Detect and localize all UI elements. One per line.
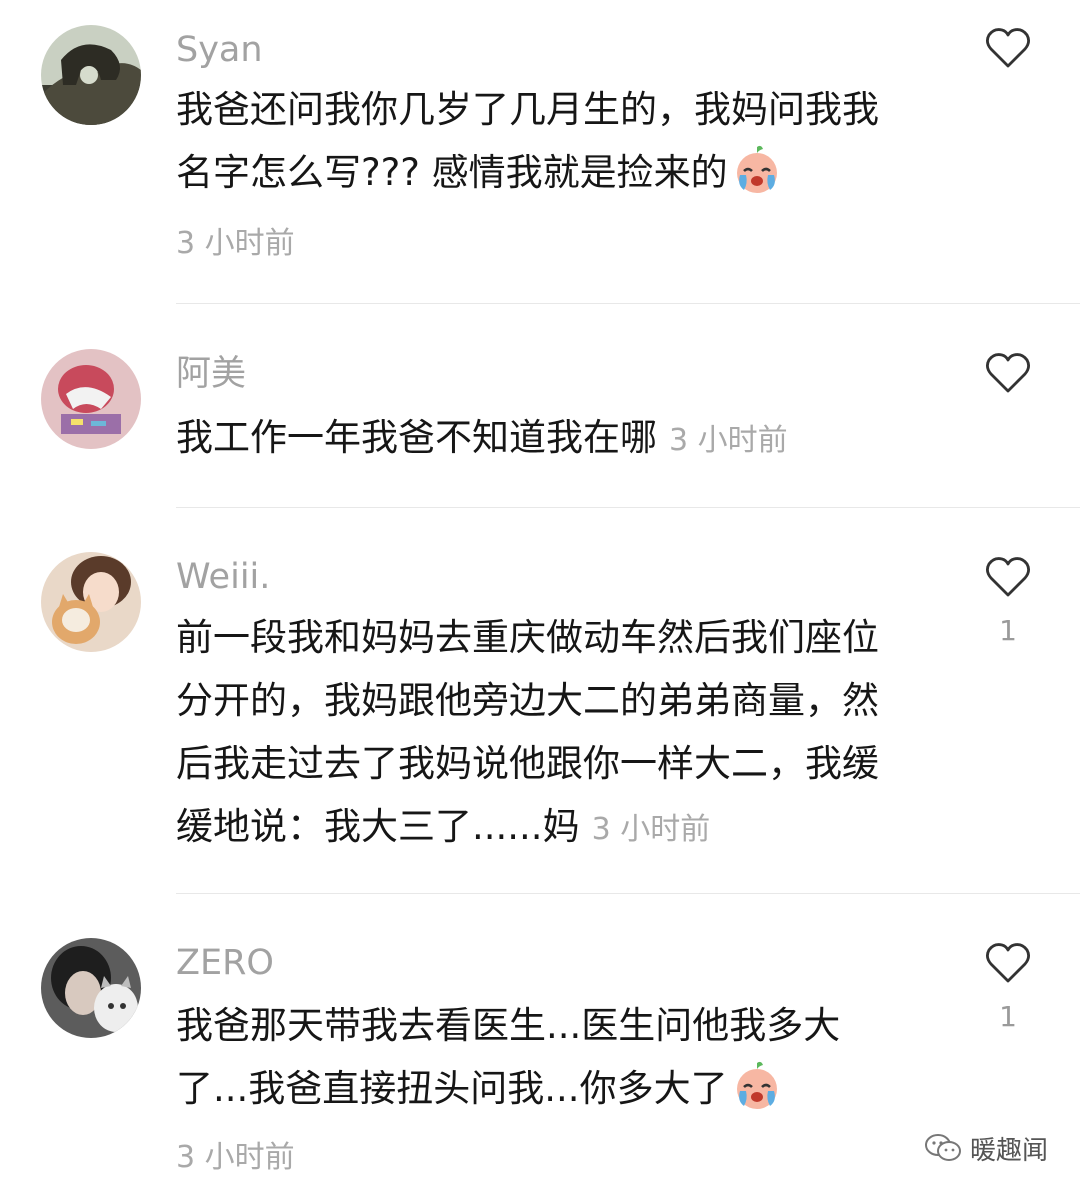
avatar[interactable] bbox=[41, 552, 141, 652]
divider bbox=[176, 303, 1080, 304]
avatar[interactable] bbox=[41, 25, 141, 125]
username[interactable]: Syan bbox=[176, 33, 263, 68]
heart-outline-icon[interactable] bbox=[985, 556, 1031, 598]
wechat-official-account-icon bbox=[925, 1134, 961, 1161]
comment-text-line: 我爸那天带我去看医生...医生问他我多大 bbox=[176, 1004, 841, 1047]
watermark: 暖趣闻 bbox=[924, 1126, 1048, 1170]
heart-outline-icon[interactable] bbox=[985, 352, 1031, 394]
comment-text: 我爸那天带我去看医生...医生问他我多大 了...我爸直接扭头问我...你多大了 bbox=[176, 994, 936, 1120]
like-count: 1 bbox=[999, 614, 1017, 647]
username[interactable]: 阿美 bbox=[176, 357, 246, 392]
username[interactable]: ZERO bbox=[176, 946, 274, 981]
avatar[interactable] bbox=[41, 349, 141, 449]
crying-face-emoji bbox=[736, 1061, 777, 1109]
comment-text-line: 了...我爸直接扭头问我...你多大了 bbox=[176, 1057, 936, 1120]
comment-text-line: 前一段我和妈妈去重庆做动车然后我们座位 bbox=[176, 616, 879, 659]
comment-text: 前一段我和妈妈去重庆做动车然后我们座位 分开的，我妈跟他旁边大二的弟弟商量，然 … bbox=[176, 606, 936, 861]
comment-text-line: 我工作一年我爸不知道我在哪 3 小时前 bbox=[176, 416, 788, 459]
like-count: 1 bbox=[999, 1000, 1017, 1033]
comment-time: 3 小时前 bbox=[176, 226, 295, 261]
avatar[interactable] bbox=[41, 938, 141, 1038]
divider bbox=[176, 507, 1080, 508]
comment-text: 我爸还问我你几岁了几月生的，我妈问我我 名字怎么写??? 感情我就是捡来的 bbox=[176, 78, 936, 204]
crying-face-emoji bbox=[736, 145, 777, 193]
divider bbox=[176, 893, 1080, 894]
username[interactable]: Weiii. bbox=[176, 560, 270, 595]
heart-outline-icon[interactable] bbox=[985, 942, 1031, 984]
comment-time: 3 小时前 bbox=[591, 812, 711, 847]
comment-text: 我工作一年我爸不知道我在哪 3 小时前 bbox=[176, 406, 936, 472]
comment-text-line: 后我走过去了我妈说他跟你一样大二，我缓 bbox=[176, 742, 879, 785]
comment-time: 3 小时前 bbox=[669, 423, 788, 458]
comment-text-line: 名字怎么写??? 感情我就是捡来的 bbox=[176, 141, 936, 204]
comment-text-line: 缓地说：我大三了......妈 3 小时前 bbox=[176, 805, 711, 848]
comment-text-line: 分开的，我妈跟他旁边大二的弟弟商量，然 bbox=[176, 679, 879, 722]
comment-text-line: 我爸还问我你几岁了几月生的，我妈问我我 bbox=[176, 88, 879, 131]
comment-time: 3 小时前 bbox=[176, 1140, 295, 1175]
heart-outline-icon[interactable] bbox=[985, 27, 1031, 69]
watermark-text: 暖趣闻 bbox=[970, 1135, 1049, 1166]
